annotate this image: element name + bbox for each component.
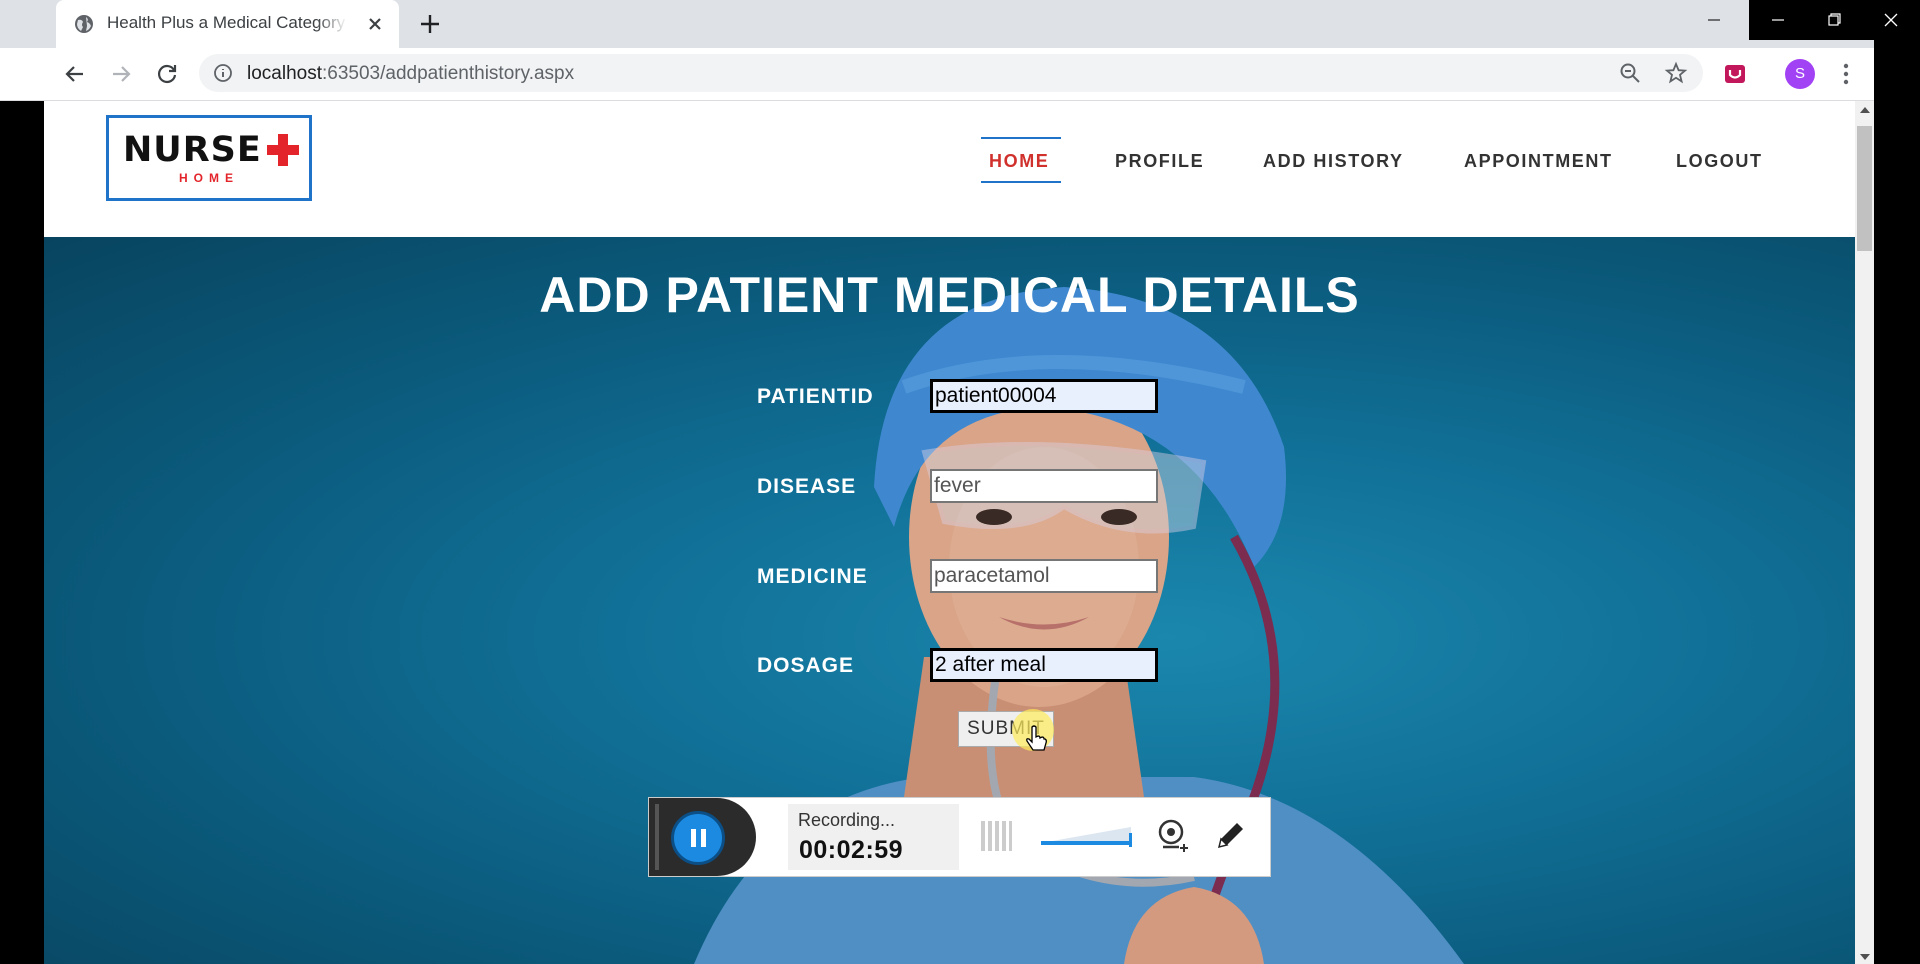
logo-subtitle: HOME xyxy=(179,171,239,185)
screen-recorder-bar: Recording... 00:02:59 xyxy=(648,797,1271,877)
restore-icon[interactable] xyxy=(1805,0,1863,40)
nav-logout[interactable]: LOGOUT xyxy=(1676,151,1763,172)
recording-status: Recording... xyxy=(798,810,896,830)
url-host: localhost xyxy=(247,63,322,84)
back-icon[interactable] xyxy=(61,60,89,88)
screen-border-right xyxy=(1874,40,1920,964)
disease-label: DISEASE xyxy=(757,475,857,498)
site-header: NURSE HOME HOME PROFILE ADD HISTORY APPO… xyxy=(44,101,1855,237)
disease-input[interactable] xyxy=(930,469,1158,503)
patientid-input[interactable] xyxy=(930,379,1158,413)
cross-icon xyxy=(267,134,299,166)
nav-appointment[interactable]: APPOINTMENT xyxy=(1464,151,1613,172)
zoom-icon[interactable] xyxy=(1619,62,1641,84)
recording-timer: 00:02:59 xyxy=(799,836,904,864)
browser-toolbar: localhost:63503/addpatienthistory.aspx S xyxy=(0,48,1874,101)
star-icon[interactable] xyxy=(1664,61,1688,85)
minimize-dark-icon[interactable] xyxy=(1749,0,1807,40)
window-close-icon[interactable] xyxy=(1862,0,1920,40)
avatar[interactable]: S xyxy=(1785,59,1815,89)
screen-border-left xyxy=(0,101,44,964)
logo-word: NURSE xyxy=(123,130,262,170)
hand-cursor-icon xyxy=(1026,725,1047,751)
medicine-input[interactable] xyxy=(930,559,1158,593)
page-scrollbar[interactable] xyxy=(1855,101,1874,964)
nav-active-line-bottom xyxy=(981,181,1061,183)
minimize-icon[interactable] xyxy=(1685,0,1743,40)
menu-icon[interactable] xyxy=(1834,61,1858,87)
plus-icon[interactable] xyxy=(416,10,444,38)
dosage-label: DOSAGE xyxy=(757,654,855,677)
pen-icon[interactable] xyxy=(1211,817,1249,855)
nav-profile[interactable]: PROFILE xyxy=(1115,151,1204,172)
scroll-up-icon[interactable] xyxy=(1860,107,1870,113)
browser-tab[interactable]: Health Plus a Medical Category Bootstrap xyxy=(56,0,399,48)
url-path: :63503/addpatienthistory.aspx xyxy=(322,63,575,84)
medicine-label: MEDICINE xyxy=(757,565,868,588)
scroll-down-icon[interactable] xyxy=(1860,954,1870,960)
close-icon[interactable] xyxy=(363,12,387,36)
dosage-input[interactable] xyxy=(930,648,1158,682)
globe-icon xyxy=(75,15,93,33)
recording-status-panel: Recording... 00:02:59 xyxy=(788,804,959,870)
reload-icon[interactable] xyxy=(153,60,181,88)
extension-icon[interactable] xyxy=(1723,62,1747,86)
address-bar[interactable]: localhost:63503/addpatienthistory.aspx xyxy=(199,54,1703,92)
nav-add-history[interactable]: ADD HISTORY xyxy=(1263,151,1404,172)
audio-level-icon xyxy=(981,821,1012,851)
info-icon[interactable] xyxy=(213,63,233,83)
scrollbar-thumb[interactable] xyxy=(1857,126,1872,251)
site-logo[interactable]: NURSE HOME xyxy=(106,115,312,201)
drag-handle[interactable] xyxy=(655,804,659,870)
nav-home[interactable]: HOME xyxy=(989,151,1049,172)
recorder-control-area xyxy=(649,798,756,876)
forward-icon[interactable] xyxy=(107,60,135,88)
webcam-icon[interactable] xyxy=(1154,817,1192,855)
tab-strip: Health Plus a Medical Category Bootstrap xyxy=(0,0,1920,48)
volume-slider[interactable] xyxy=(1039,823,1134,847)
pause-icon[interactable] xyxy=(671,811,725,865)
patientid-label: PATIENTID xyxy=(757,385,874,408)
page-title: ADD PATIENT MEDICAL DETAILS xyxy=(539,267,1360,323)
url-text[interactable]: localhost:63503/addpatienthistory.aspx xyxy=(247,63,574,85)
nav-active-line-top xyxy=(981,137,1061,139)
tab-title: Health Plus a Medical Category Bootstrap xyxy=(107,13,347,33)
